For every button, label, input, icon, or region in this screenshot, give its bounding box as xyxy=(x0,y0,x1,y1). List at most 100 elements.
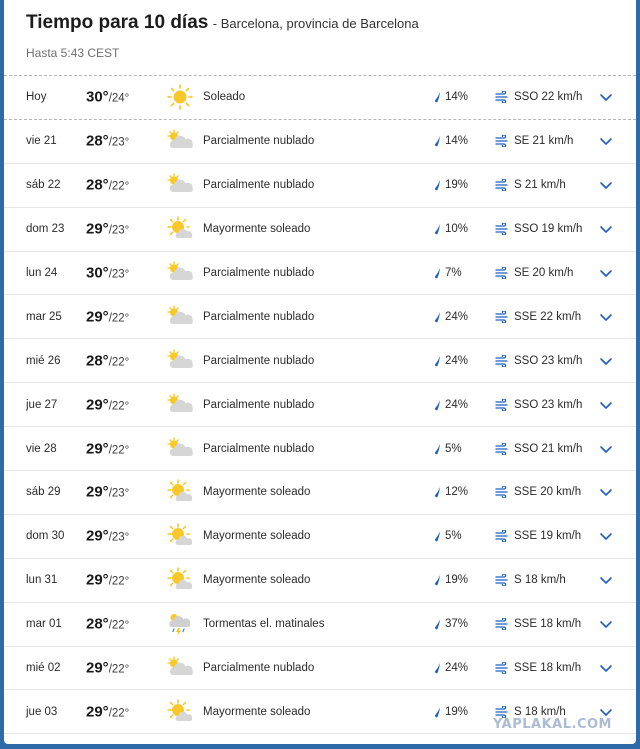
mostly-sunny-icon xyxy=(165,479,195,505)
partly-cloudy-icon xyxy=(165,172,195,198)
forecast-row[interactable]: vie 21 28°/23° Parcialmente nublado 14% … xyxy=(4,120,636,164)
day-label: sáb 29 xyxy=(26,486,61,499)
wind: SSE 18 km/h xyxy=(495,662,581,675)
precipitation: 37% xyxy=(433,618,468,630)
chevron-down-icon[interactable] xyxy=(598,528,614,544)
condition-label: Parcialmente nublado xyxy=(203,179,315,192)
partly-cloudy-icon xyxy=(165,392,195,418)
high-temp: 29° xyxy=(86,396,109,414)
precip-value: 24% xyxy=(445,354,469,367)
chevron-down-icon[interactable] xyxy=(598,441,614,457)
raindrop-icon xyxy=(433,179,441,191)
condition-label: Mayormente soleado xyxy=(203,223,311,236)
thunderstorm-icon xyxy=(165,611,195,637)
forecast-row[interactable]: mié 02 29°/22° Parcialmente nublado 24% … xyxy=(4,647,636,691)
chevron-down-icon[interactable] xyxy=(598,616,614,632)
partly-cloudy-icon xyxy=(165,655,195,681)
condition-label: Parcialmente nublado xyxy=(203,267,315,279)
wind: SSE 20 km/h xyxy=(495,486,581,499)
forecast-row[interactable]: mié 26 28°/22° Parcialmente nublado 24% … xyxy=(4,339,636,384)
wind: SSO 23 km/h xyxy=(495,398,583,411)
day-label: mié 02 xyxy=(26,662,61,675)
wind: SE 20 km/h xyxy=(495,267,573,279)
day-label: lun 24 xyxy=(26,267,58,279)
chevron-down-icon[interactable] xyxy=(598,397,614,413)
wind-value: SSO 23 km/h xyxy=(514,398,583,411)
chevron-down-icon[interactable] xyxy=(598,133,614,149)
wind-icon xyxy=(495,354,509,367)
wind: SE 21 km/h xyxy=(495,135,573,148)
low-temp: /22° xyxy=(108,312,130,325)
chevron-down-icon[interactable] xyxy=(598,660,614,676)
chevron-down-icon[interactable] xyxy=(598,221,614,237)
forecast-row[interactable]: dom 23 29°/23° Mayormente soleado 10% SS… xyxy=(4,208,636,252)
precipitation: 24% xyxy=(433,355,468,367)
wind-icon xyxy=(495,618,509,631)
chevron-down-icon[interactable] xyxy=(598,572,614,588)
raindrop-icon xyxy=(433,223,441,235)
chevron-down-icon[interactable] xyxy=(598,177,614,193)
chevron-down-icon[interactable] xyxy=(598,309,614,325)
mostly-sunny-icon xyxy=(165,523,195,549)
low-temp: /23° xyxy=(108,136,130,149)
page-title: Tiempo para 10 días xyxy=(26,12,209,33)
forecast-row[interactable]: Hoy 30°/24° Soleado 14% SSO 22 km/h xyxy=(4,76,636,120)
temperature: 28°/22° xyxy=(86,616,129,633)
wind-icon xyxy=(495,91,509,104)
updated-time: Hasta 5:43 CEST xyxy=(26,46,120,60)
chevron-down-icon[interactable] xyxy=(598,265,614,281)
temperature: 29°/23° xyxy=(86,528,129,545)
temperature: 28°/23° xyxy=(86,133,129,150)
raindrop-icon xyxy=(433,91,441,103)
location-label: - Barcelona, provincia de Barcelona xyxy=(212,16,419,31)
high-temp: 29° xyxy=(86,440,109,458)
day-label: mié 26 xyxy=(26,354,61,367)
precip-value: 37% xyxy=(445,618,469,631)
forecast-row[interactable]: mar 25 29°/22° Parcialmente nublado 24% … xyxy=(4,295,636,340)
forecast-row[interactable]: vie 28 29°/22° Parcialmente nublado 5% S… xyxy=(4,427,636,472)
low-temp: /23° xyxy=(108,268,130,281)
wind-value: SSE 22 km/h xyxy=(514,310,582,323)
raindrop-icon xyxy=(433,486,441,498)
forecast-row[interactable]: lun 31 29°/22° Mayormente soleado 19% S … xyxy=(4,559,636,603)
wind-value: SSE 18 km/h xyxy=(514,618,582,631)
condition-label: Parcialmente nublado xyxy=(203,398,315,411)
temperature: 29°/23° xyxy=(86,221,129,238)
wind: SSO 19 km/h xyxy=(495,223,582,236)
high-temp: 29° xyxy=(86,308,109,326)
low-temp: /22° xyxy=(108,180,130,193)
precip-value: 19% xyxy=(445,179,469,192)
precipitation: 14% xyxy=(433,135,468,147)
wind-icon xyxy=(495,267,509,279)
forecast-row[interactable]: sáb 29 29°/23° Mayormente soleado 12% SS… xyxy=(4,471,636,515)
precip-value: 19% xyxy=(445,705,469,718)
high-temp: 29° xyxy=(86,659,109,677)
wind-value: SSO 22 km/h xyxy=(514,91,583,104)
precip-value: 24% xyxy=(445,662,469,675)
forecast-row[interactable]: jue 27 29°/22° Parcialmente nublado 24% … xyxy=(4,383,636,428)
forecast-row[interactable]: mar 01 28°/22° Tormentas el. matinales 3… xyxy=(4,603,636,647)
forecast-row[interactable]: lun 24 30°/23° Parcialmente nublado 7% S… xyxy=(4,252,636,296)
raindrop-icon xyxy=(433,662,441,674)
wind-value: S 18 km/h xyxy=(514,574,566,587)
wind-icon xyxy=(495,179,509,192)
chevron-down-icon[interactable] xyxy=(598,353,614,369)
forecast-row[interactable]: dom 30 29°/23° Mayormente soleado 5% SSE… xyxy=(4,515,636,559)
low-temp: /22° xyxy=(108,663,130,676)
raindrop-icon xyxy=(433,574,441,586)
chevron-down-icon[interactable] xyxy=(598,89,614,105)
raindrop-icon xyxy=(433,706,441,718)
precipitation: 5% xyxy=(433,443,462,455)
day-label: mar 01 xyxy=(26,618,62,631)
wind-icon xyxy=(495,486,509,499)
wind: SSO 21 km/h xyxy=(495,442,582,455)
temperature: 30°/24° xyxy=(86,89,129,106)
precip-value: 12% xyxy=(445,486,469,499)
chevron-down-icon[interactable] xyxy=(598,484,614,500)
forecast-row[interactable]: sáb 22 28°/22° Parcialmente nublado 19% … xyxy=(4,164,636,208)
watermark: YAPLAKAL.COM xyxy=(493,717,612,732)
high-temp: 30° xyxy=(86,264,109,282)
condition-label: Parcialmente nublado xyxy=(203,662,315,675)
precip-value: 5% xyxy=(445,442,462,455)
precip-value: 7% xyxy=(445,267,462,279)
